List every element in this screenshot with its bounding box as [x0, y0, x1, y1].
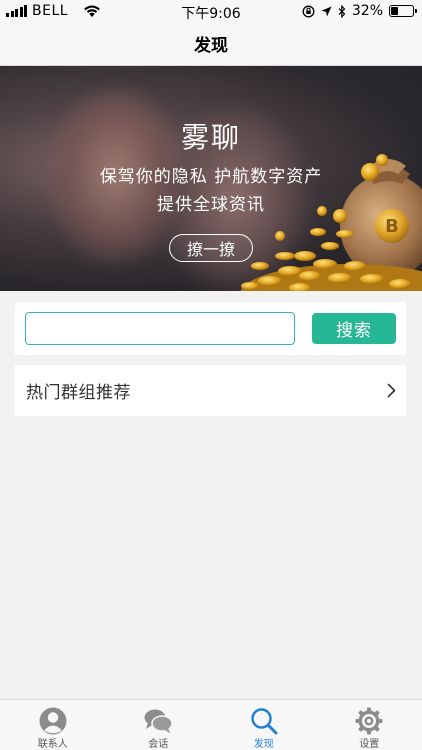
chat-bubbles-icon — [144, 709, 173, 734]
orientation-lock-icon — [302, 5, 315, 17]
search-input[interactable] — [25, 312, 295, 345]
banner-subtagline: 提供全球资讯 — [157, 195, 265, 215]
bluetooth-icon — [338, 4, 346, 18]
search-icon — [251, 708, 278, 735]
status-right: 32% — [302, 3, 417, 19]
tab-label: 发现 — [253, 739, 274, 750]
chevron-right-icon — [387, 383, 396, 398]
tab-settings[interactable]: 设置 — [317, 700, 422, 750]
location-icon — [321, 6, 332, 16]
tab-label: 联系人 — [37, 739, 68, 750]
hot-groups-row[interactable]: 热门群组推荐 — [15, 365, 406, 416]
tab-contacts[interactable]: 联系人 — [0, 700, 106, 750]
promo-banner: B 雾聊 保驾你的隐私 护航数字资产 提供全球资讯 撩一撩 — [0, 66, 422, 291]
status-bar: BELL 下午9:06 32% — [0, 0, 422, 22]
tab-bar: 联系人 会话 发现 设置 — [0, 699, 422, 750]
banner-tagline: 保驾你的隐私 护航数字资产 — [99, 167, 323, 187]
search-button[interactable]: 搜索 — [312, 313, 396, 344]
search-card: 搜索 — [15, 302, 406, 355]
hot-groups-label: 热门群组推荐 — [26, 383, 131, 403]
tab-label: 会话 — [148, 739, 169, 750]
navigation-bar: 发现 — [0, 22, 422, 66]
battery-percent: 32% — [351, 3, 383, 19]
battery-icon — [389, 5, 417, 17]
contacts-icon — [39, 707, 67, 735]
tab-chats[interactable]: 会话 — [106, 700, 212, 750]
banner-title: 雾聊 — [180, 121, 241, 154]
svg-text:B: B — [385, 216, 399, 237]
banner-cta-button[interactable]: 撩一撩 — [169, 234, 253, 262]
gear-icon — [355, 707, 383, 735]
tab-label: 设置 — [359, 739, 380, 750]
tab-discover[interactable]: 发现 — [211, 700, 317, 750]
page-title: 发现 — [194, 36, 228, 56]
